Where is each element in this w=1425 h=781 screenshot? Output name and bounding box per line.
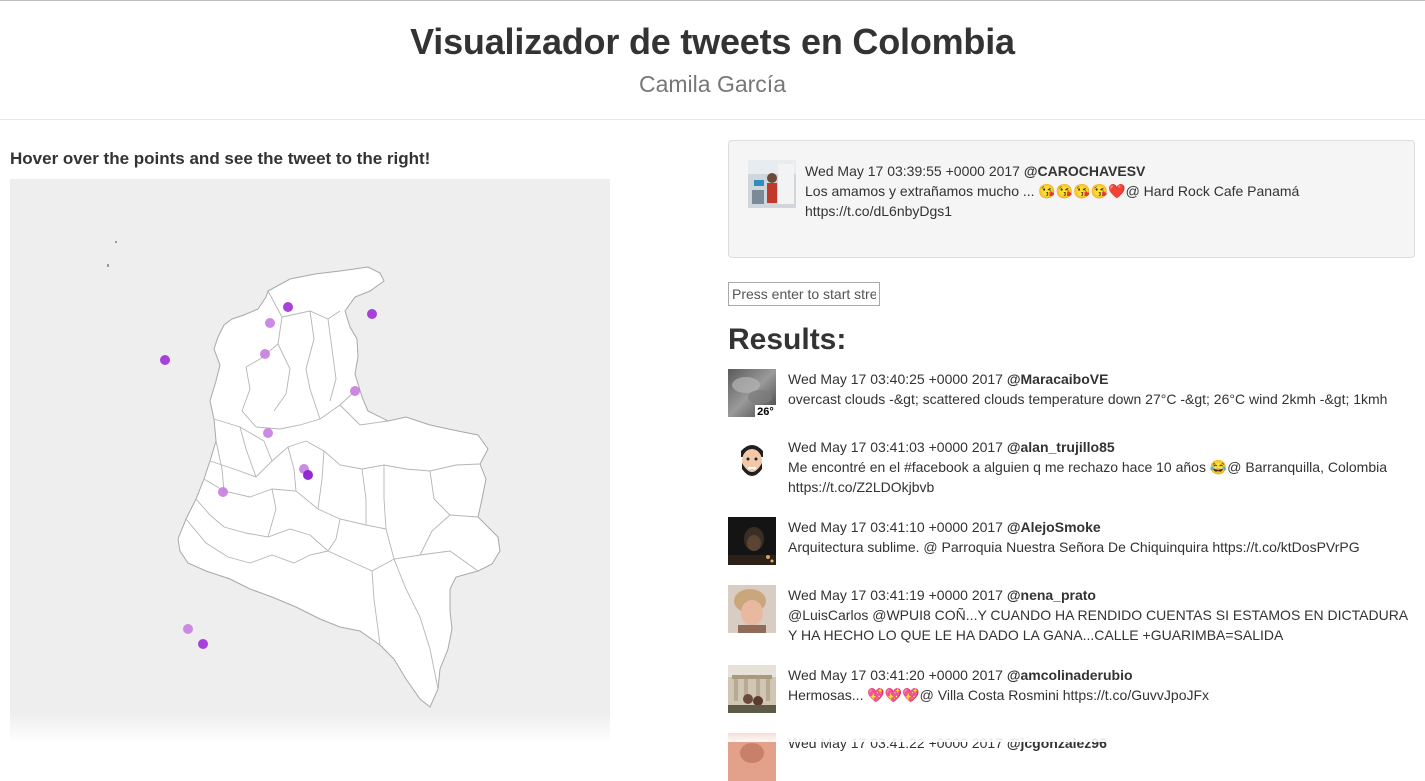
tweet-user[interactable]: @jcgonzalez96 [1007,735,1107,751]
avatar-badge: 26° [757,406,774,417]
tweet-point[interactable] [263,428,273,438]
island-marker [115,241,117,243]
tweet-point[interactable] [218,487,228,497]
tweet-point[interactable] [183,624,193,634]
tweet-content: Wed May 17 03:41:10 +0000 2017 @AlejoSmo… [788,517,1418,557]
tweet-point[interactable] [160,355,170,365]
tweet-content: Wed May 17 03:41:03 +0000 2017 @alan_tru… [788,437,1418,497]
tweet-date: Wed May 17 03:41:10 +0000 2017 [788,519,1003,535]
tweet-text: Los amamos y extrañamos mucho ... 😘😘😘😘❤️… [805,183,1300,219]
tweet-point[interactable] [198,639,208,649]
colombia-map[interactable] [10,179,610,742]
avatar [728,585,776,633]
island-marker [107,264,109,267]
tweet-date: Wed May 17 03:41:19 +0000 2017 [788,587,1003,603]
tweet-date: Wed May 17 03:39:55 +0000 2017 [805,163,1020,179]
avatar [728,437,776,485]
results-heading: Results: [728,323,847,356]
tweet-user[interactable]: @AlejoSmoke [1007,519,1101,535]
tweet-text: Hermosas... 💖💖💖@ Villa Costa Rosmini htt… [788,687,1210,703]
tweet-point[interactable] [283,302,293,312]
avatar [748,160,796,208]
map-instructions: Hover over the points and see the tweet … [10,149,431,168]
tweet-user[interactable]: @MaracaiboVE [1007,371,1109,387]
tweet-user[interactable]: @alan_trujillo85 [1007,439,1115,455]
tweet-content: Wed May 17 03:39:55 +0000 2017 @CAROCHAV… [805,161,1405,221]
tweet-text: Me encontré en el #facebook a alguien q … [788,459,1387,495]
colombia-map-svg[interactable] [10,179,610,742]
featured-tweet: Wed May 17 03:39:55 +0000 2017 @CAROCHAV… [728,140,1415,258]
tweet-text: Arquitectura sublime. @ Parroquia Nuestr… [788,539,1360,555]
tweet-user[interactable]: @nena_prato [1007,587,1096,603]
stream-input[interactable] [728,282,880,306]
tweet-date: Wed May 17 03:40:25 +0000 2017 [788,371,1003,387]
tweet-date: Wed May 17 03:41:22 +0000 2017 [788,735,1003,751]
tweet-point[interactable] [260,349,270,359]
tweet-content: Wed May 17 03:41:19 +0000 2017 @nena_pra… [788,585,1418,645]
page-header: Visualizador de tweets en Colombia Camil… [0,1,1425,120]
tweet-text: @LuisCarlos @WPUI8 COÑ...Y CUANDO HA REN… [788,607,1408,643]
tweet-point[interactable] [350,386,360,396]
tweet-point[interactable] [303,470,313,480]
avatar [728,733,776,781]
tweet-content: Wed May 17 03:41:20 +0000 2017 @amcolina… [788,665,1418,705]
tweet-content: Wed May 17 03:40:25 +0000 2017 @Maracaib… [788,369,1418,409]
tweet-content: Wed May 17 03:41:22 +0000 2017 @jcgonzal… [788,733,1418,753]
tweet-user[interactable]: @amcolinaderubio [1007,667,1133,683]
tweet-date: Wed May 17 03:41:20 +0000 2017 [788,667,1003,683]
avatar [728,517,776,565]
tweet-text: overcast clouds -&gt; scattered clouds t… [788,391,1388,407]
page-subtitle: Camila García [639,71,786,97]
tweet-date: Wed May 17 03:41:03 +0000 2017 [788,439,1003,455]
avatar [728,665,776,713]
avatar: 26° [728,369,776,417]
tweet-point[interactable] [367,309,377,319]
tweet-point[interactable] [265,318,275,328]
country-shape [177,266,501,708]
tweet-user[interactable]: @CAROCHAVESV [1024,163,1146,179]
page-title: Visualizador de tweets en Colombia [410,21,1015,62]
